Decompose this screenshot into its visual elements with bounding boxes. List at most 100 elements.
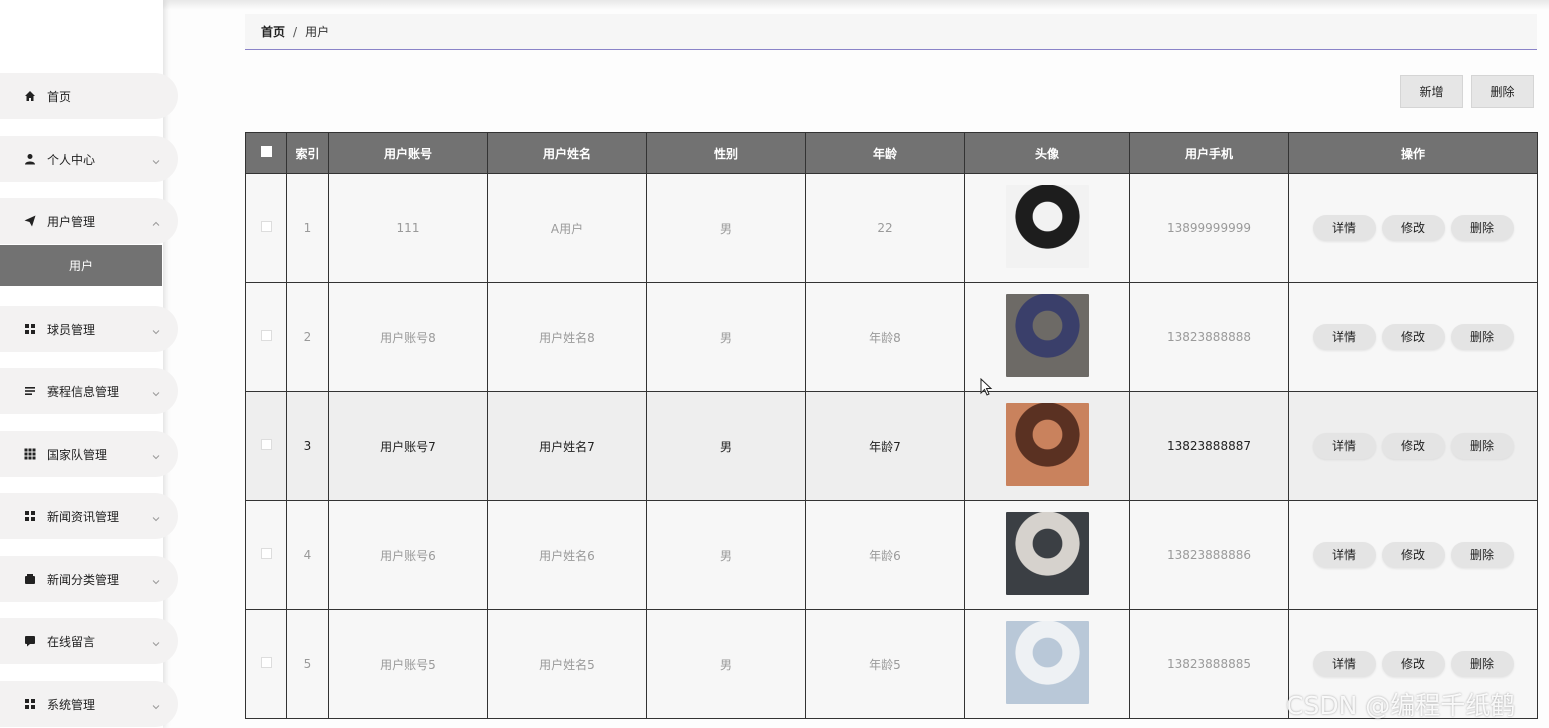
sidebar-item-label: 个人中心 [47, 152, 96, 167]
cell-actions: 详情 修改 删除 [1288, 173, 1538, 283]
sidebar-item-1[interactable]: 个人中心 [0, 136, 178, 182]
table-header-row: 索引 用户账号 用户姓名 性别 年龄 头像 用户手机 操作 [245, 132, 1538, 174]
sidebar-item-label: 用户管理 [47, 214, 96, 229]
chevron-down-icon[interactable] [151, 572, 161, 585]
cell-actions: 详情 修改 删除 [1288, 391, 1538, 501]
cell-account: 111 [328, 173, 488, 283]
user-icon [23, 152, 37, 166]
cell-avatar [964, 391, 1130, 501]
cell-index: 1 [286, 173, 329, 283]
sidebar-item-7[interactable]: 新闻分类管理 [0, 556, 178, 602]
cell-age: 年龄6 [805, 500, 965, 610]
cell-gender: 男 [646, 391, 806, 501]
row-delete-button[interactable]: 删除 [1450, 433, 1514, 459]
detail-button[interactable]: 详情 [1312, 215, 1376, 241]
row-select-cell [245, 500, 287, 610]
cell-index: 3 [286, 391, 329, 501]
cell-age: 年龄7 [805, 391, 965, 501]
cell-actions: 详情 修改 删除 [1288, 282, 1538, 392]
grid-icon [23, 509, 37, 523]
cell-phone: 13823888886 [1129, 500, 1289, 610]
edit-button[interactable]: 修改 [1381, 215, 1445, 241]
sidebar-item-label: 新闻资讯管理 [47, 509, 120, 524]
sidebar-item-label: 国家队管理 [47, 447, 108, 462]
row-delete-button[interactable]: 删除 [1450, 215, 1514, 241]
row-checkbox[interactable] [260, 330, 272, 341]
sidebar-item-0[interactable]: 首页 [0, 73, 178, 119]
sidebar-item-label: 在线留言 [47, 634, 96, 649]
edit-button[interactable]: 修改 [1381, 651, 1445, 677]
chevron-down-icon[interactable] [151, 322, 161, 335]
list-icon [23, 384, 37, 398]
cell-name: 用户姓名6 [487, 500, 647, 610]
cell-account: 用户账号5 [328, 609, 488, 719]
cell-age: 年龄5 [805, 609, 965, 719]
user-table: 索引 用户账号 用户姓名 性别 年龄 头像 用户手机 操作 1 111 A用户男 22… [245, 132, 1538, 719]
edit-button[interactable]: 修改 [1381, 433, 1445, 459]
sidebar: 首页个人中心用户管理球员管理赛程信息管理国家队管理新闻资讯管理新闻分类管理在线留… [0, 0, 178, 728]
select-all-header [245, 132, 287, 174]
chevron-down-icon[interactable] [151, 384, 161, 397]
edit-button[interactable]: 修改 [1381, 542, 1445, 568]
cell-phone: 13899999999 [1129, 173, 1289, 283]
table-row[interactable]: 4 用户账号6 用户姓名6 男年龄6 13823888886 详情 修改 删除 [245, 500, 1538, 610]
apps-icon [23, 447, 37, 461]
home-icon [23, 89, 37, 103]
row-checkbox[interactable] [260, 221, 272, 232]
table-row[interactable]: 3 用户账号7 用户姓名7 男年龄7 13823888887 详情 修改 删除 [245, 391, 1538, 501]
chevron-down-icon[interactable] [151, 447, 161, 460]
cell-account: 用户账号7 [328, 391, 488, 501]
row-checkbox[interactable] [260, 548, 272, 559]
row-select-cell [245, 609, 287, 719]
table-row[interactable]: 1 111 A用户男 22 13899999999 详情 修改 删除 [245, 173, 1538, 283]
sidebar-item-9[interactable]: 系统管理 [0, 681, 178, 727]
cell-gender: 男 [646, 173, 806, 283]
row-checkbox[interactable] [260, 657, 272, 668]
cell-avatar [964, 173, 1130, 283]
cell-gender: 男 [646, 282, 806, 392]
header-gender: 性别 [646, 132, 806, 174]
sidebar-item-8[interactable]: 在线留言 [0, 618, 178, 664]
cell-avatar [964, 500, 1130, 610]
sidebar-item-5[interactable]: 国家队管理 [0, 431, 178, 477]
detail-button[interactable]: 详情 [1312, 542, 1376, 568]
cell-avatar [964, 609, 1130, 719]
cell-name: A用户 [487, 173, 647, 283]
sidebar-item-label: 球员管理 [47, 322, 96, 337]
chevron-down-icon[interactable] [151, 509, 161, 522]
row-checkbox[interactable] [260, 439, 272, 450]
grid-icon [23, 322, 37, 336]
table-row[interactable]: 2 用户账号8 用户姓名8 男年龄8 13823888888 详情 修改 删除 [245, 282, 1538, 392]
cell-age: 年龄8 [805, 282, 965, 392]
sidebar-item-2[interactable]: 用户管理 [0, 198, 178, 244]
header-account: 用户账号 [328, 132, 488, 174]
row-delete-button[interactable]: 删除 [1450, 542, 1514, 568]
breadcrumb-home[interactable]: 首页 [261, 23, 285, 40]
sidebar-item-6[interactable]: 新闻资讯管理 [0, 493, 178, 539]
cell-phone: 13823888887 [1129, 391, 1289, 501]
select-all-checkbox[interactable] [260, 146, 272, 157]
chevron-up-icon[interactable] [151, 214, 161, 226]
sidebar-item-4[interactable]: 赛程信息管理 [0, 368, 178, 414]
cell-phone: 13823888888 [1129, 282, 1289, 392]
detail-button[interactable]: 详情 [1312, 324, 1376, 350]
avatar-image [1005, 621, 1089, 704]
add-button[interactable]: 新增 [1400, 75, 1463, 108]
cell-avatar [964, 282, 1130, 392]
delete-button[interactable]: 删除 [1471, 75, 1534, 108]
grid-icon [23, 697, 37, 711]
header-index: 索引 [286, 132, 329, 174]
cell-account: 用户账号6 [328, 500, 488, 610]
chevron-down-icon[interactable] [151, 152, 161, 165]
sidebar-subitem-user[interactable]: 用户 [0, 245, 162, 286]
row-delete-button[interactable]: 删除 [1450, 324, 1514, 350]
chevron-down-icon[interactable] [151, 697, 161, 710]
detail-button[interactable]: 详情 [1312, 433, 1376, 459]
row-delete-button[interactable]: 删除 [1450, 651, 1514, 677]
message-icon [23, 634, 37, 648]
cell-actions: 详情 修改 删除 [1288, 500, 1538, 610]
chevron-down-icon[interactable] [151, 634, 161, 647]
edit-button[interactable]: 修改 [1381, 324, 1445, 350]
sidebar-item-3[interactable]: 球员管理 [0, 306, 178, 352]
detail-button[interactable]: 详情 [1312, 651, 1376, 677]
